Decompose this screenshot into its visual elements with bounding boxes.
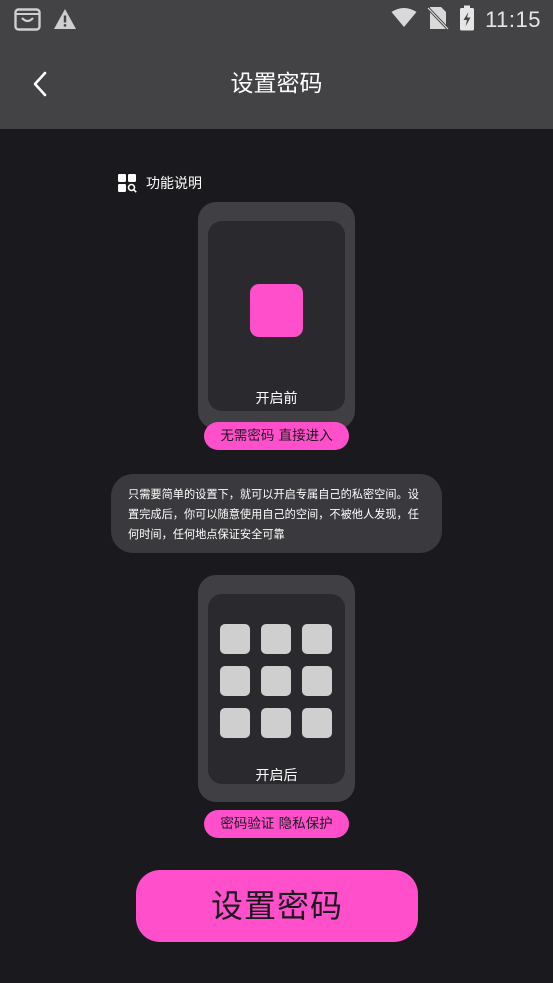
battery-charging-icon xyxy=(459,5,475,35)
grid-search-icon xyxy=(118,173,137,193)
single-app-tile xyxy=(250,284,303,337)
page-title: 设置密码 xyxy=(230,71,323,97)
feature-label-text: 功能说明 xyxy=(146,176,202,192)
set-password-button[interactable]: 设置密码 xyxy=(136,870,418,942)
before-badge: 无需密码 直接进入 xyxy=(204,422,349,450)
grid-cell xyxy=(220,666,250,696)
feature-description-label: 功能说明 xyxy=(118,173,202,193)
grid-cell xyxy=(261,708,291,738)
grid-cell xyxy=(261,666,291,696)
description-box: 只需要简单的设置下，就可以开启专属自己的私密空间。设置完成后，你可以随意使用自己… xyxy=(111,474,442,553)
after-caption: 开启后 xyxy=(255,768,298,784)
wifi-icon xyxy=(391,8,417,32)
status-bar: 11:15 xyxy=(0,0,553,38)
description-text: 只需要简单的设置下，就可以开启专属自己的私密空间。设置完成后，你可以随意使用自己… xyxy=(128,488,419,541)
keypad-grid xyxy=(220,624,333,738)
grid-cell xyxy=(302,624,332,654)
after-badge: 密码验证 隐私保护 xyxy=(204,810,349,838)
phone-after-screen: 开启后 xyxy=(208,594,345,784)
status-time: 11:15 xyxy=(485,7,541,32)
phone-before-illustration: 开启前 xyxy=(198,202,355,429)
status-left xyxy=(14,6,77,35)
grid-cell xyxy=(220,624,250,654)
warning-icon xyxy=(53,8,77,34)
phone-before-screen: 开启前 xyxy=(208,221,345,411)
nav-bar: 设置密码 xyxy=(0,38,553,129)
grid-cell xyxy=(302,666,332,696)
phone-after-illustration: 开启后 xyxy=(198,575,355,802)
shopping-bag-icon xyxy=(14,6,41,35)
before-caption: 开启前 xyxy=(255,391,298,407)
grid-cell xyxy=(220,708,250,738)
status-right: 11:15 xyxy=(391,5,541,35)
grid-cell xyxy=(261,624,291,654)
grid-cell xyxy=(302,708,332,738)
no-sim-icon xyxy=(426,6,450,34)
